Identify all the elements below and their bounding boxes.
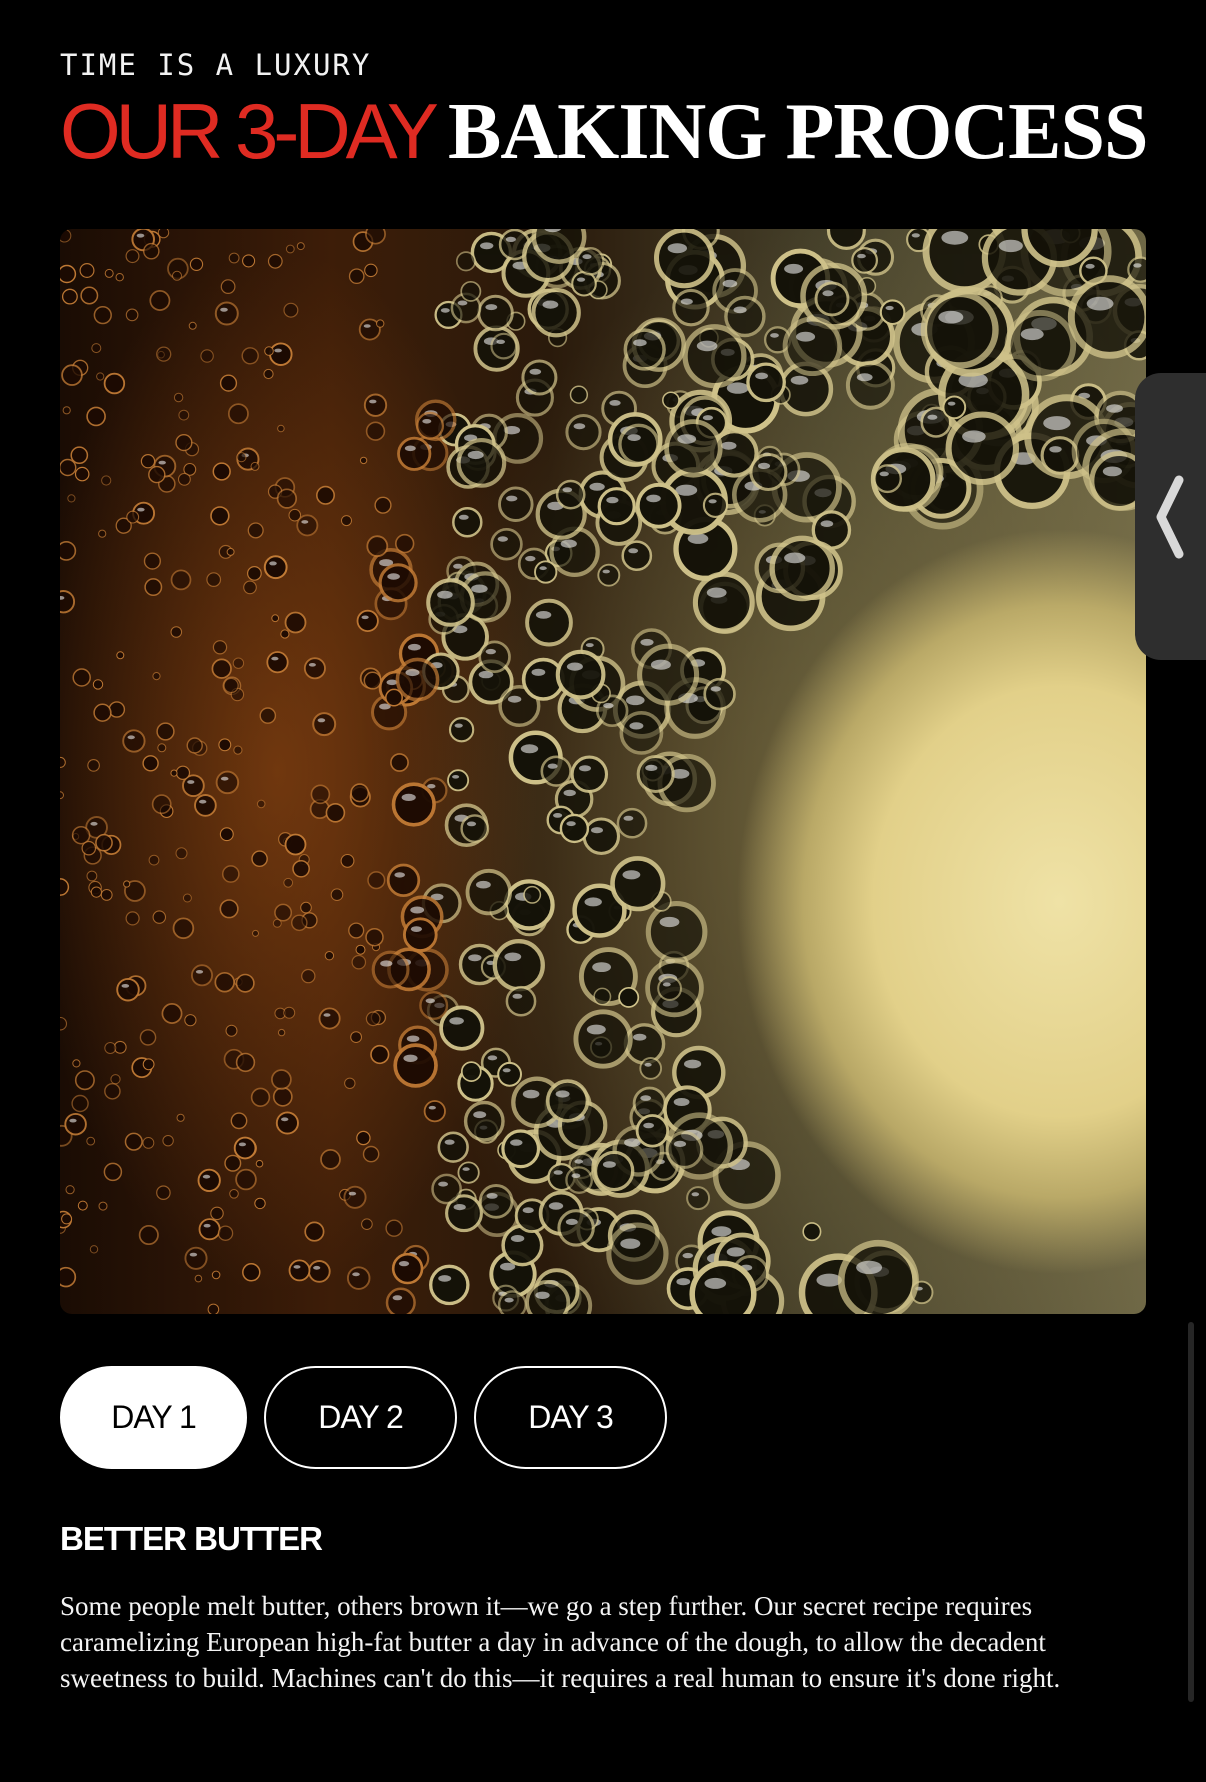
headline-accent: OUR 3-DAY: [60, 87, 439, 175]
chevron-left-icon: [1156, 475, 1184, 558]
eyebrow-label: TIME IS A LUXURY: [60, 48, 372, 82]
butter-bubbles-texture: [60, 229, 1146, 1314]
section-body: Some people melt butter, others brown it…: [60, 1591, 1061, 1693]
caramelized-butter-photo: [60, 229, 1146, 1314]
tab-day-2[interactable]: DAY 2: [264, 1366, 457, 1469]
scrollbar[interactable]: [1188, 1322, 1194, 1702]
headline-main: BAKING PROCESS: [447, 88, 1148, 176]
tab-day-1[interactable]: DAY 1: [60, 1366, 247, 1469]
carousel-prev-button[interactable]: [1135, 373, 1206, 660]
day-tabs: DAY 1 DAY 2 DAY 3: [60, 1366, 667, 1469]
tab-day-3[interactable]: DAY 3: [474, 1366, 667, 1469]
section-title: BETTER BUTTER: [60, 1520, 323, 1557]
page-title: OUR 3-DAY BAKING PROCESS: [60, 92, 1148, 172]
